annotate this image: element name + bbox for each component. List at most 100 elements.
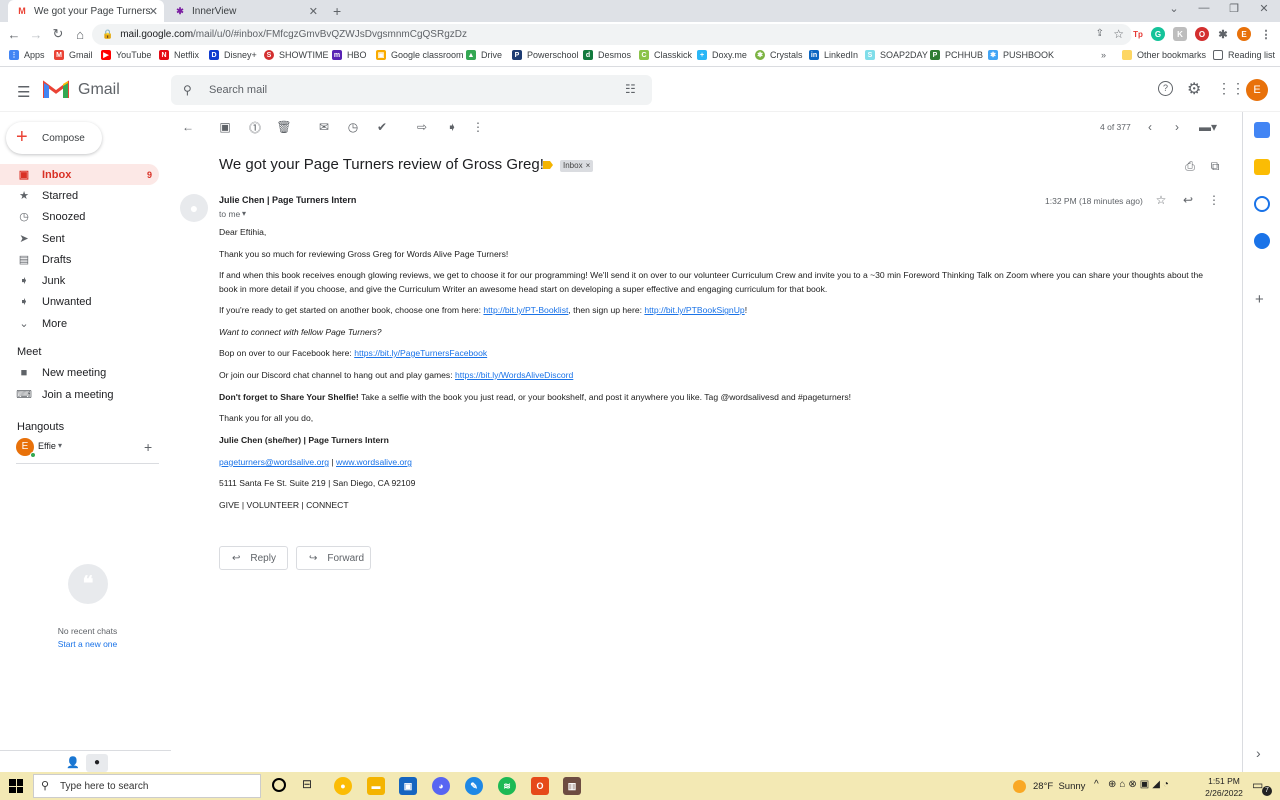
bookmark-disney[interactable]: D Disney+ xyxy=(209,50,257,60)
show-hidden-icons-icon[interactable]: ^ xyxy=(1094,779,1099,790)
bookmark-youtube[interactable]: ▶ YouTube xyxy=(101,50,151,60)
account-avatar[interactable]: E xyxy=(1246,79,1268,101)
open-new-window-icon[interactable]: ⧉ xyxy=(1206,157,1224,175)
bookmark-doxy[interactable]: + Doxy.me xyxy=(697,50,747,60)
bookmark-showtime[interactable]: S SHOWTIME xyxy=(264,50,329,60)
star-message-icon[interactable]: ☆ xyxy=(1152,191,1170,209)
bookmark-drive[interactable]: ▲ Drive xyxy=(466,50,502,60)
store-icon[interactable]: ▣ xyxy=(399,777,417,795)
discord-icon[interactable]: ◕ xyxy=(432,777,450,795)
keep-icon[interactable] xyxy=(1254,159,1270,175)
tab-search-chevron-icon[interactable]: ⌄ xyxy=(1160,2,1188,15)
tab-innerview[interactable]: ✱ InnerView ✕ xyxy=(166,0,324,22)
profile-avatar[interactable]: E xyxy=(1237,27,1251,41)
sidebar-item-drafts[interactable]: ▤ Drafts xyxy=(0,249,159,270)
weather-text[interactable]: 28°F Sunny xyxy=(1033,781,1085,792)
new-meeting-button[interactable]: ■ New meeting xyxy=(0,362,159,383)
mark-unread-icon[interactable]: ✉ xyxy=(315,118,333,136)
bookmark-apps[interactable]: ⋮ Apps xyxy=(9,50,45,60)
clock-time[interactable]: 1:51 PM xyxy=(1200,776,1248,786)
move-to-folder-icon[interactable]: ⇨ xyxy=(413,118,431,136)
contacts-person-icon[interactable]: 👤 xyxy=(66,756,80,769)
grammarly-extension-icon[interactable]: G xyxy=(1151,27,1165,41)
extension-icon[interactable]: K xyxy=(1173,27,1187,41)
settings-gear-icon[interactable]: ⚙ xyxy=(1187,79,1201,99)
signup-link[interactable]: http://bit.ly/PTBookSignUp xyxy=(644,305,744,315)
sidebar-item-starred[interactable]: ★ Starred xyxy=(0,185,159,206)
file-explorer-icon[interactable]: ▬ xyxy=(367,777,385,795)
inbox-label-chip[interactable]: Inbox × xyxy=(560,160,594,172)
gmail-logo-icon[interactable] xyxy=(42,79,70,99)
tasks-icon[interactable] xyxy=(1254,196,1270,212)
bookmark-gmail[interactable]: M Gmail xyxy=(54,50,93,60)
newer-chevron-left-icon[interactable]: ‹ xyxy=(1141,118,1159,136)
back-icon[interactable]: ← xyxy=(6,26,22,42)
bookmark-soap2day[interactable]: S SOAP2DAY xyxy=(865,50,928,60)
start-new-chat-link[interactable]: Start a new one xyxy=(0,639,175,649)
more-options-icon[interactable]: ⋮ xyxy=(469,118,487,136)
sidebar-item-inbox[interactable]: ▣ Inbox 9 xyxy=(0,164,159,185)
sidebar-item-unwanted[interactable]: ➧ Unwanted xyxy=(0,291,159,312)
booklist-link[interactable]: http://bit.ly/PT-Booklist xyxy=(483,305,568,315)
join-meeting-button[interactable]: ⌨ Join a meeting xyxy=(0,384,159,405)
hangouts-tab-icon[interactable]: ● xyxy=(86,754,108,772)
search-options-icon[interactable]: ☷ xyxy=(625,82,636,96)
get-addons-plus-icon[interactable]: + xyxy=(1255,291,1264,308)
older-chevron-right-icon[interactable]: › xyxy=(1168,118,1186,136)
bookmark-other[interactable]: Other bookmarks xyxy=(1122,50,1206,60)
system-tray-icons[interactable]: ⊕⌂⊗▣◢◔ xyxy=(1108,779,1172,790)
add-to-tasks-icon[interactable]: ✔ xyxy=(373,118,391,136)
chrome-taskbar-icon[interactable]: ● xyxy=(334,777,352,795)
close-tab-icon[interactable]: ✕ xyxy=(149,5,158,18)
bookmark-google-classroom[interactable]: ▣ Google classroom xyxy=(376,50,464,60)
task-view-icon[interactable]: ⊟ xyxy=(302,777,312,791)
new-chat-plus-icon[interactable]: + xyxy=(144,439,152,455)
importance-marker-icon[interactable] xyxy=(543,161,553,169)
bookmark-pchhub[interactable]: P PCHHUB xyxy=(930,50,983,60)
forward-icon[interactable]: → xyxy=(28,26,44,42)
sidebar-item-junk[interactable]: ➧ Junk xyxy=(0,270,159,291)
sidebar-item-snoozed[interactable]: ◷ Snoozed xyxy=(0,206,159,227)
input-tools-keyboard-icon[interactable]: ▬▾ xyxy=(1196,118,1220,136)
minimize-icon[interactable]: — xyxy=(1190,2,1218,14)
bookmark-linkedin[interactable]: in LinkedIn xyxy=(809,50,858,60)
help-icon[interactable]: ? xyxy=(1158,81,1173,96)
labels-icon[interactable]: ➧ xyxy=(443,118,461,136)
discord-link[interactable]: https://bit.ly/WordsAliveDiscord xyxy=(455,370,573,380)
print-icon[interactable]: ⎙ xyxy=(1181,157,1199,175)
reply-arrow-icon[interactable]: ↩ xyxy=(1179,191,1197,209)
main-menu-icon[interactable]: ☰ xyxy=(17,83,30,101)
delete-trash-icon[interactable]: 🗑 xyxy=(275,118,293,136)
snooze-clock-icon[interactable]: ◷ xyxy=(344,118,362,136)
bookmark-pushbook[interactable]: ✱ PUSHBOOK xyxy=(988,50,1054,60)
sidebar-item-sent[interactable]: ➤ Sent xyxy=(0,228,159,249)
website-link[interactable]: www.wordsalive.org xyxy=(336,457,412,467)
reading-list[interactable]: Reading list xyxy=(1213,50,1275,60)
compose-button[interactable]: + Compose xyxy=(6,122,102,154)
calendar-icon[interactable] xyxy=(1254,122,1270,138)
new-tab-button[interactable]: + xyxy=(333,3,341,19)
hangouts-user-name[interactable]: Effie xyxy=(38,441,56,451)
taskbar-search-input[interactable]: Type here to search xyxy=(33,774,261,798)
bookmark-classkick[interactable]: C Classkick xyxy=(639,50,692,60)
address-bar[interactable]: 🔒 mail.google.com/mail/u/0/#inbox/FMfcgz… xyxy=(92,24,1132,45)
office-icon[interactable]: O xyxy=(531,777,549,795)
home-icon[interactable]: ⌂ xyxy=(72,26,88,42)
bookmark-desmos[interactable]: d Desmos xyxy=(583,50,631,60)
bookmark-star-icon[interactable]: ☆ xyxy=(1113,27,1124,41)
app-icon[interactable]: ▥ xyxy=(563,777,581,795)
reload-icon[interactable]: ↻ xyxy=(50,26,66,42)
close-tab-icon[interactable]: ✕ xyxy=(309,5,318,18)
back-to-inbox-icon[interactable]: ← xyxy=(179,118,197,136)
clock-date[interactable]: 2/26/2022 xyxy=(1200,788,1248,798)
tab-gmail[interactable]: M We got your Page Turners review ✕ xyxy=(8,0,164,22)
contacts-icon[interactable] xyxy=(1254,233,1270,249)
details-dropdown-icon[interactable]: ▾ xyxy=(242,209,246,218)
app-icon[interactable]: ✎ xyxy=(465,777,483,795)
facebook-link[interactable]: https://bit.ly/PageTurnersFacebook xyxy=(354,348,487,358)
remove-label-icon[interactable]: × xyxy=(586,160,591,172)
windows-start-icon[interactable] xyxy=(9,779,23,793)
opera-extension-icon[interactable]: O xyxy=(1195,27,1209,41)
reply-button[interactable]: ↩ Reply xyxy=(219,546,288,570)
user-status-dropdown-icon[interactable]: ▾ xyxy=(58,441,62,450)
